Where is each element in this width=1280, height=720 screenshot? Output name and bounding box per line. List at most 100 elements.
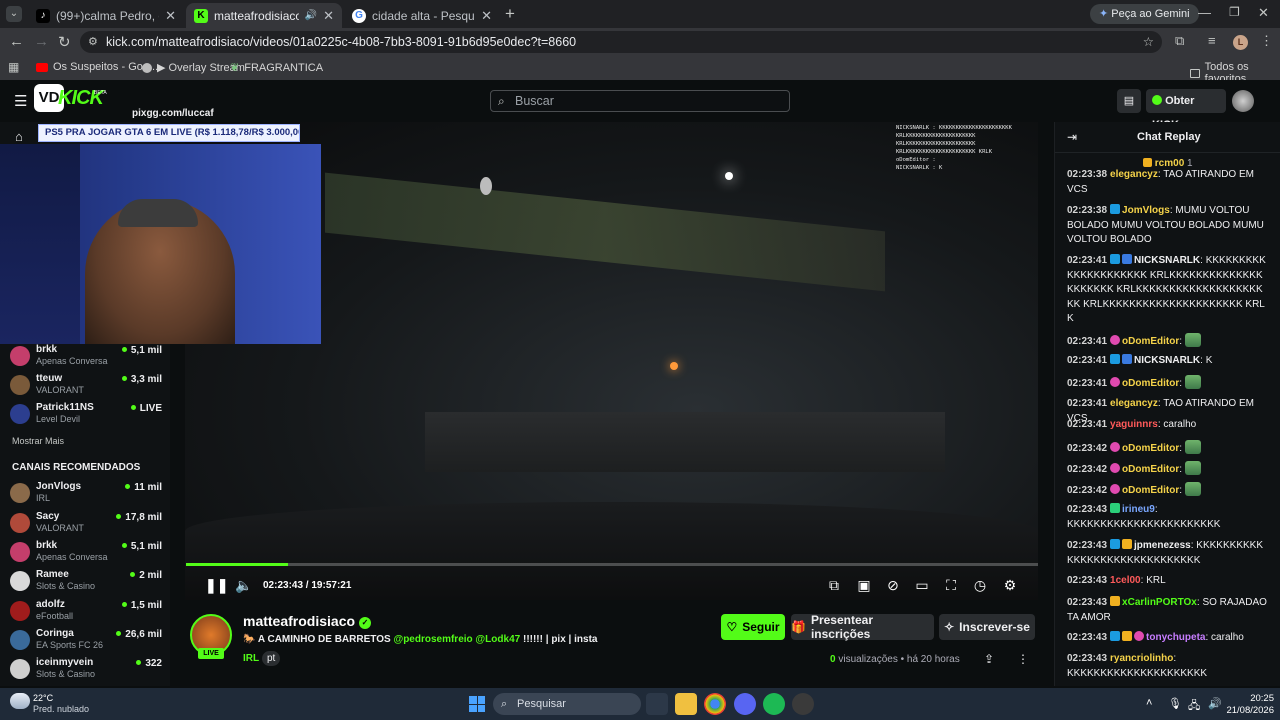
tab-kick[interactable]: K matteafrodisiaco - Watch t 🔊 ✕ (186, 3, 342, 28)
tag-language[interactable]: pt (262, 651, 281, 666)
weather-icon[interactable] (10, 693, 30, 709)
taskbar-search[interactable]: ⌕ Pesquisar (493, 693, 641, 715)
recommended-channel[interactable]: Ramee Slots & Casino 2 mil (10, 569, 162, 597)
bookmark-item[interactable]: Os Suspeitos - Goo... (36, 61, 158, 73)
message-user[interactable]: 1cel00 (1110, 575, 1141, 586)
message-user[interactable]: yaguinnrs (1110, 419, 1158, 430)
message-user[interactable]: elegancyz (1110, 169, 1158, 180)
microphone-icon[interactable]: 🎙 (1168, 697, 1182, 710)
tab-google[interactable]: G cidade alta - Pesquisa Google ✕ (344, 3, 500, 28)
bookmark-star-icon[interactable]: ☆ (1143, 31, 1154, 53)
recommended-channel[interactable]: adolfz eFootball 1,5 mil (10, 599, 162, 627)
more-options-icon[interactable]: ⋮ (1017, 652, 1029, 666)
message-user[interactable]: ryancriolinho (1110, 653, 1173, 664)
home-icon[interactable]: ⌂ (15, 129, 23, 144)
recommended-channel[interactable]: iceinmyvein Slots & Casino 322 (10, 657, 162, 685)
maximize-button[interactable]: ❐ (1229, 5, 1240, 19)
file-explorer-icon[interactable] (675, 693, 697, 715)
message-user[interactable]: NICKSNARLK (1134, 255, 1200, 266)
message-user[interactable]: oDomEditor (1122, 485, 1179, 496)
message-user[interactable]: oDomEditor (1122, 378, 1179, 389)
message-user[interactable]: elegancyz (1110, 398, 1158, 409)
minimize-button[interactable]: — (1198, 5, 1211, 20)
url-bar[interactable]: ⚙ kick.com/matteafrodisiaco/videos/01a02… (80, 31, 1162, 53)
theater-mode-icon[interactable]: ▭ (914, 577, 930, 593)
search-input[interactable]: ⌕ Buscar (490, 90, 790, 112)
message-user[interactable]: oDomEditor (1122, 443, 1179, 454)
follow-button[interactable]: ♡ Seguir (721, 614, 785, 640)
site-info-icon[interactable]: ⚙ (88, 31, 98, 53)
recommended-channel[interactable]: Sacy VALORANT 17,8 mil (10, 511, 162, 539)
forward-icon[interactable]: → (34, 33, 49, 50)
clip-icon[interactable]: ⧉ (826, 577, 842, 593)
hamburger-menu-icon[interactable]: ☰ (14, 92, 27, 110)
speaker-icon[interactable]: 🔊 (1208, 697, 1222, 710)
gemini-button[interactable]: ✦ Peça ao Gemini (1090, 4, 1199, 24)
tab-tiktok[interactable]: ♪ (99+)calma Pedro, é aliado kkk! ✕ (28, 3, 184, 28)
video-scene-overpass (325, 172, 885, 292)
pause-icon[interactable]: ❚❚ (205, 577, 228, 593)
message-user[interactable]: xCarlinPORTOx (1122, 597, 1197, 608)
subscribe-button[interactable]: ✧ Inscrever-se (939, 614, 1035, 640)
tag-irl[interactable]: IRL (243, 653, 259, 664)
theater-icon[interactable]: ▤ (1117, 89, 1141, 113)
menu-kebab-icon[interactable]: ⋮ (1260, 33, 1273, 49)
tray-chevron-icon[interactable]: ˄ (1146, 697, 1152, 709)
recommended-channel[interactable]: brkk Apenas Conversa 5,1 mil (10, 540, 162, 568)
recommended-channel[interactable]: JonVlogs IRL 11 mil (10, 481, 162, 509)
message-user[interactable]: tonychupeta (1146, 632, 1205, 643)
apps-grid-icon[interactable]: ▦ (8, 60, 19, 74)
crown-badge-icon (1122, 539, 1133, 549)
task-view-icon[interactable] (646, 693, 668, 715)
show-more-link[interactable]: Mostrar Mais (12, 436, 64, 446)
video-progress-bar[interactable] (186, 563, 1038, 566)
network-icon[interactable]: 🖧 (1188, 697, 1200, 716)
spotify-icon[interactable] (763, 693, 785, 715)
share-icon[interactable]: ⇪ (984, 652, 994, 666)
gift-subs-button[interactable]: 🎁 Presentear inscrições (791, 613, 934, 641)
cast-icon[interactable]: ▣ (856, 577, 872, 593)
playback-speed-icon[interactable]: ◷ (972, 577, 988, 593)
close-tab-icon[interactable]: ✕ (165, 8, 176, 24)
chrome-icon[interactable] (704, 693, 726, 715)
app-icon[interactable] (792, 693, 814, 715)
start-windows-icon[interactable] (469, 696, 485, 712)
sidebar-channel[interactable]: Patrick11NS Level Devil LIVE (10, 402, 162, 430)
tab-search-icon[interactable]: ⌄ (6, 6, 22, 22)
collapse-chat-icon[interactable]: ⇥ (1067, 130, 1077, 144)
volume-icon[interactable]: 🔈 (235, 577, 252, 593)
fullscreen-icon[interactable]: ⛶ (943, 577, 959, 593)
message-user[interactable]: jpmenezess (1134, 540, 1191, 551)
close-window-button[interactable]: ✕ (1258, 5, 1269, 21)
sidebar-channel[interactable]: brkk Apenas Conversa 5,1 mil (10, 344, 162, 372)
new-tab-button[interactable]: + (505, 4, 515, 24)
close-tab-icon[interactable]: ✕ (481, 8, 492, 24)
title-mentions[interactable]: @pedrosemfreio @Lodk47 (393, 634, 520, 645)
captions-off-icon[interactable]: ⊘ (885, 577, 901, 593)
media-control-icon[interactable]: ≡ (1208, 33, 1216, 48)
pepe-emote-icon (1184, 461, 1201, 475)
message-user[interactable]: irineu9 (1122, 504, 1155, 515)
get-kicks-button[interactable]: Obter KICKs (1146, 89, 1226, 131)
clock-time[interactable]: 20:25 (1244, 693, 1274, 704)
user-avatar[interactable] (1232, 90, 1254, 112)
message-user[interactable]: oDomEditor (1122, 336, 1179, 347)
back-icon[interactable]: ← (9, 33, 24, 50)
discord-icon[interactable] (734, 693, 756, 715)
reload-icon[interactable]: ↻ (58, 33, 71, 51)
speaker-icon[interactable]: 🔊 (305, 10, 317, 21)
settings-gear-icon[interactable]: ⚙ (1002, 577, 1018, 593)
profile-avatar[interactable]: L (1233, 35, 1248, 50)
kick-logo[interactable]: VD KICK BETA (34, 84, 107, 112)
sidebar-channel[interactable]: tteuw VALORANT 3,3 mil (10, 373, 162, 401)
bookmark-item[interactable]: ❦ FRAGRANTICA (230, 61, 323, 75)
message-user[interactable]: oDomEditor (1122, 464, 1179, 475)
close-tab-icon[interactable]: ✕ (323, 8, 334, 24)
globe-icon (142, 62, 152, 73)
channel-name[interactable]: matteafrodisiaco ✓ (243, 613, 371, 629)
extensions-icon[interactable]: ⧉ (1175, 33, 1184, 49)
recommended-channel[interactable]: Coringa EA Sports FC 26 26,6 mil (10, 628, 162, 656)
clock-date[interactable]: 21/08/2026 (1224, 705, 1274, 716)
message-user[interactable]: NICKSNARLK (1134, 355, 1200, 366)
message-user[interactable]: JomVlogs (1122, 205, 1170, 216)
